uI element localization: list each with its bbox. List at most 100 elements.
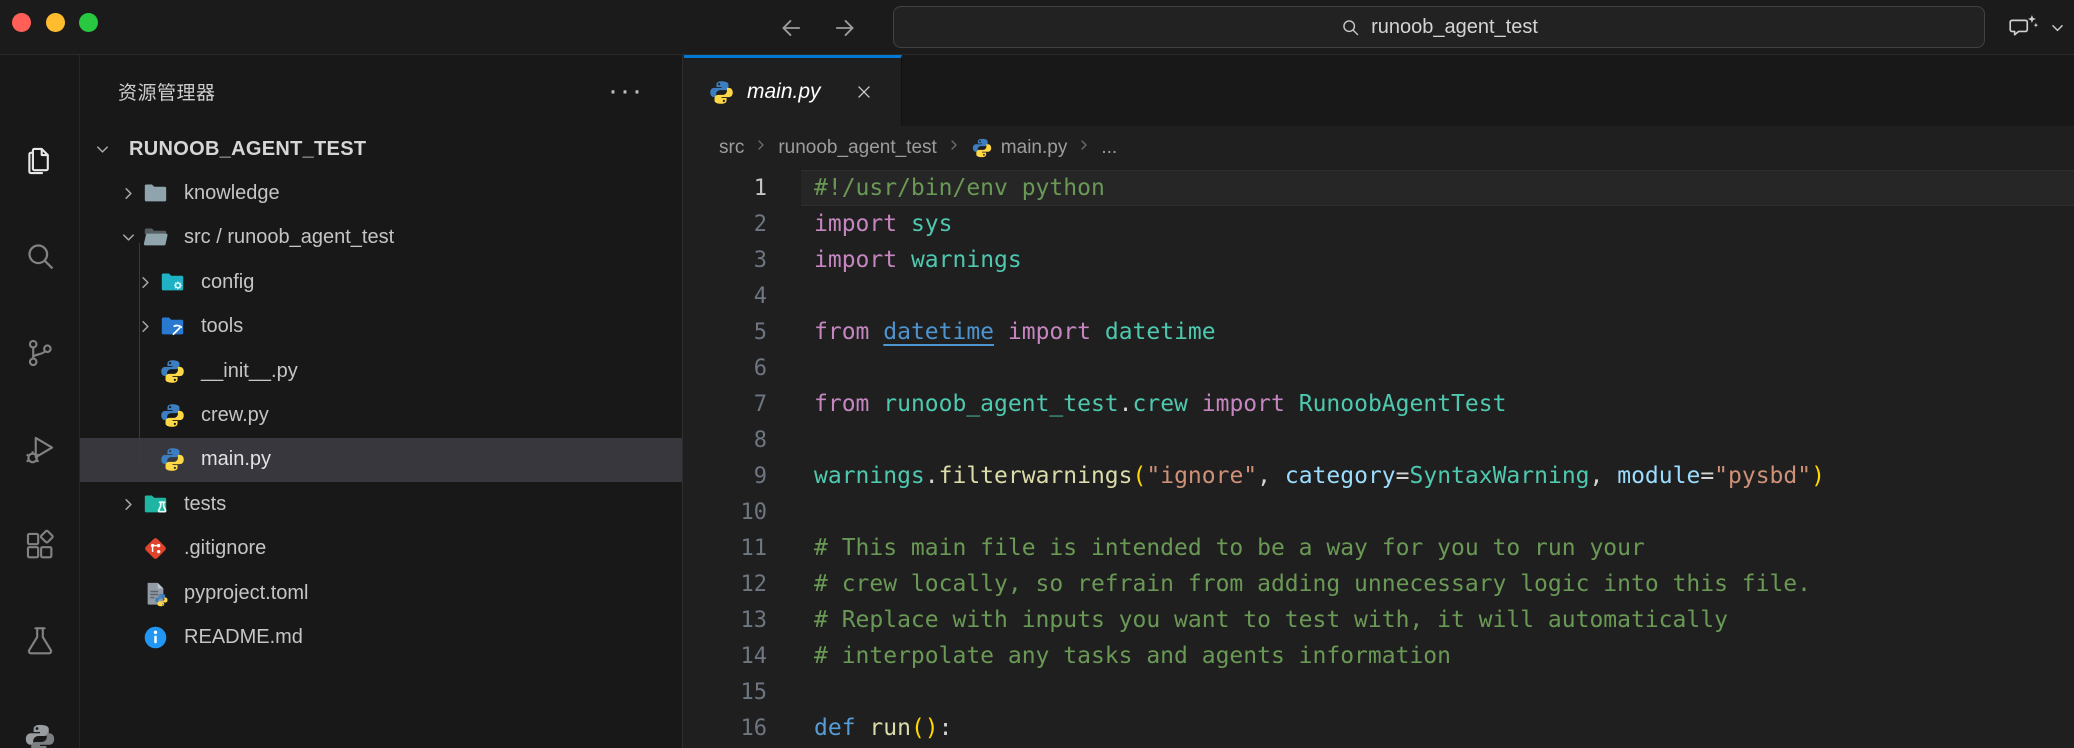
code-line: 3import warnings <box>684 242 2074 278</box>
activity-bar-item-explorer[interactable] <box>16 137 64 185</box>
code-line: 10 <box>684 494 2074 530</box>
chevron-down-icon[interactable] <box>116 226 140 250</box>
tree-item-main-py[interactable]: main.py <box>80 438 682 482</box>
python-file-icon <box>159 402 186 429</box>
tree-item-config[interactable]: config <box>80 260 682 304</box>
line-number: 8 <box>684 428 767 453</box>
extensions-icon <box>23 529 57 563</box>
chevron-right-icon[interactable] <box>116 182 140 206</box>
tree-item-pyproject-toml[interactable]: pyproject.toml <box>80 571 682 615</box>
line-number: 4 <box>684 284 767 309</box>
code-line-content: import sys <box>814 211 953 237</box>
code-token: : <box>939 715 953 741</box>
tree-item-label: src / runoob_agent_test <box>184 226 394 249</box>
chevron-down-icon[interactable] <box>90 137 114 161</box>
code-token <box>897 211 911 237</box>
breadcrumb-item-src[interactable]: src <box>719 137 744 159</box>
python-icon <box>23 722 57 748</box>
close-window-button[interactable] <box>12 13 31 32</box>
tree-item-crew-py[interactable]: crew.py <box>80 393 682 437</box>
code-line: 8 <box>684 422 2074 458</box>
code-line: 4 <box>684 278 2074 314</box>
tree-item-tools[interactable]: tools <box>80 305 682 349</box>
code-token: datetime <box>1105 319 1216 345</box>
code-token: run <box>869 715 911 741</box>
chevron-down-icon <box>2049 19 2066 36</box>
code-token: import <box>814 247 897 273</box>
activity-bar-item-run-debug[interactable] <box>16 426 64 474</box>
tree-item-gitignore[interactable]: .gitignore <box>80 527 682 571</box>
activity-bar-item-extensions[interactable] <box>16 522 64 570</box>
line-number: 6 <box>684 356 767 381</box>
copilot-dropdown-button[interactable] <box>2046 17 2068 37</box>
code-editor[interactable]: 1#!/usr/bin/env python2import sys3import… <box>684 170 2074 748</box>
navigate-back-button[interactable] <box>772 9 810 47</box>
code-line-content: from datetime import datetime <box>814 319 1216 345</box>
code-token: from <box>814 391 869 417</box>
folder-config-icon <box>159 269 186 296</box>
code-token <box>994 319 1008 345</box>
code-token: ) <box>1811 463 1825 489</box>
chevron-right-icon <box>1076 137 1092 159</box>
close-tab-button[interactable] <box>851 79 877 105</box>
breadcrumb-item-[interactable]: ... <box>1101 137 1117 159</box>
chevron-right-icon[interactable] <box>133 315 157 339</box>
chevron-right-icon[interactable] <box>116 492 140 516</box>
breadcrumb-item-runoob-agent-test[interactable]: runoob_agent_test <box>778 137 936 159</box>
chevron-right-icon <box>753 137 769 159</box>
tree-item-label: tests <box>184 493 226 516</box>
code-token: # Replace with inputs you want to test w… <box>814 607 1728 633</box>
zoom-window-button[interactable] <box>79 13 98 32</box>
activity-bar-item-source-control[interactable] <box>16 329 64 377</box>
code-line-content: from runoob_agent_test.crew import Runoo… <box>814 391 1506 417</box>
copilot-chat-button[interactable] <box>2004 10 2042 44</box>
tree-item-init-py[interactable]: __init__.py <box>80 349 682 393</box>
tree-indent-guide <box>139 243 140 465</box>
code-line-content: def run(): <box>814 715 953 741</box>
tree-item-tests[interactable]: tests <box>80 482 682 526</box>
folder-tests-icon <box>142 491 169 518</box>
code-token: # This main file is intended to be a way… <box>814 535 1645 561</box>
code-token: = <box>1396 463 1410 489</box>
sidebar-title: 资源管理器 <box>118 78 216 105</box>
line-number: 16 <box>684 716 767 741</box>
chevron-right-icon[interactable] <box>133 270 157 294</box>
python-file-icon <box>971 137 993 159</box>
code-line-content: # crew locally, so refrain from adding u… <box>814 571 1811 597</box>
activity-bar-item-testing[interactable] <box>16 617 64 665</box>
search-icon <box>23 239 57 273</box>
folder-src-open-icon <box>142 224 169 251</box>
tree-item-src-runoob-agent-test[interactable]: src / runoob_agent_test <box>80 216 682 260</box>
tree-item-label: pyproject.toml <box>184 582 309 605</box>
python-file-icon <box>159 358 186 385</box>
code-token: import <box>1202 391 1285 417</box>
code-token: category <box>1285 463 1396 489</box>
code-line: 6 <box>684 350 2074 386</box>
tree-item-label: __init__.py <box>201 360 298 383</box>
file-tree: RUNOOB_AGENT_TESTknowledge src / runoob_a… <box>80 127 682 660</box>
breadcrumb-label: main.py <box>1001 137 1068 159</box>
minimize-window-button[interactable] <box>46 13 65 32</box>
code-line: 9warnings.filterwarnings("ignore", categ… <box>684 458 2074 494</box>
tab-main-py[interactable]: main.py <box>684 55 902 126</box>
tree-item-readme-md[interactable]: README.md <box>80 615 682 659</box>
navigate-forward-button[interactable] <box>826 9 864 47</box>
code-token: ( <box>1133 463 1147 489</box>
source-control-icon <box>23 336 57 370</box>
code-token: crew <box>1133 391 1188 417</box>
more-actions-icon[interactable]: ··· <box>608 73 644 109</box>
tree-item-runoob-agent-test[interactable]: RUNOOB_AGENT_TEST <box>80 127 682 171</box>
code-token: , <box>1257 463 1285 489</box>
activity-bar-item-python[interactable] <box>16 715 64 748</box>
tree-item-label: tools <box>201 315 243 338</box>
breadcrumb-item-main-py[interactable]: main.py <box>971 137 1068 159</box>
tree-item-knowledge[interactable]: knowledge <box>80 171 682 215</box>
code-token: import <box>1008 319 1091 345</box>
tree-item-label: main.py <box>201 448 271 471</box>
command-center-search[interactable]: runoob_agent_test <box>893 6 1985 48</box>
line-number: 2 <box>684 212 767 237</box>
tree-item-label: README.md <box>184 626 303 649</box>
activity-bar-item-search[interactable] <box>16 232 64 280</box>
command-center-text: runoob_agent_test <box>1371 16 1538 39</box>
code-token: datetime <box>883 319 994 345</box>
